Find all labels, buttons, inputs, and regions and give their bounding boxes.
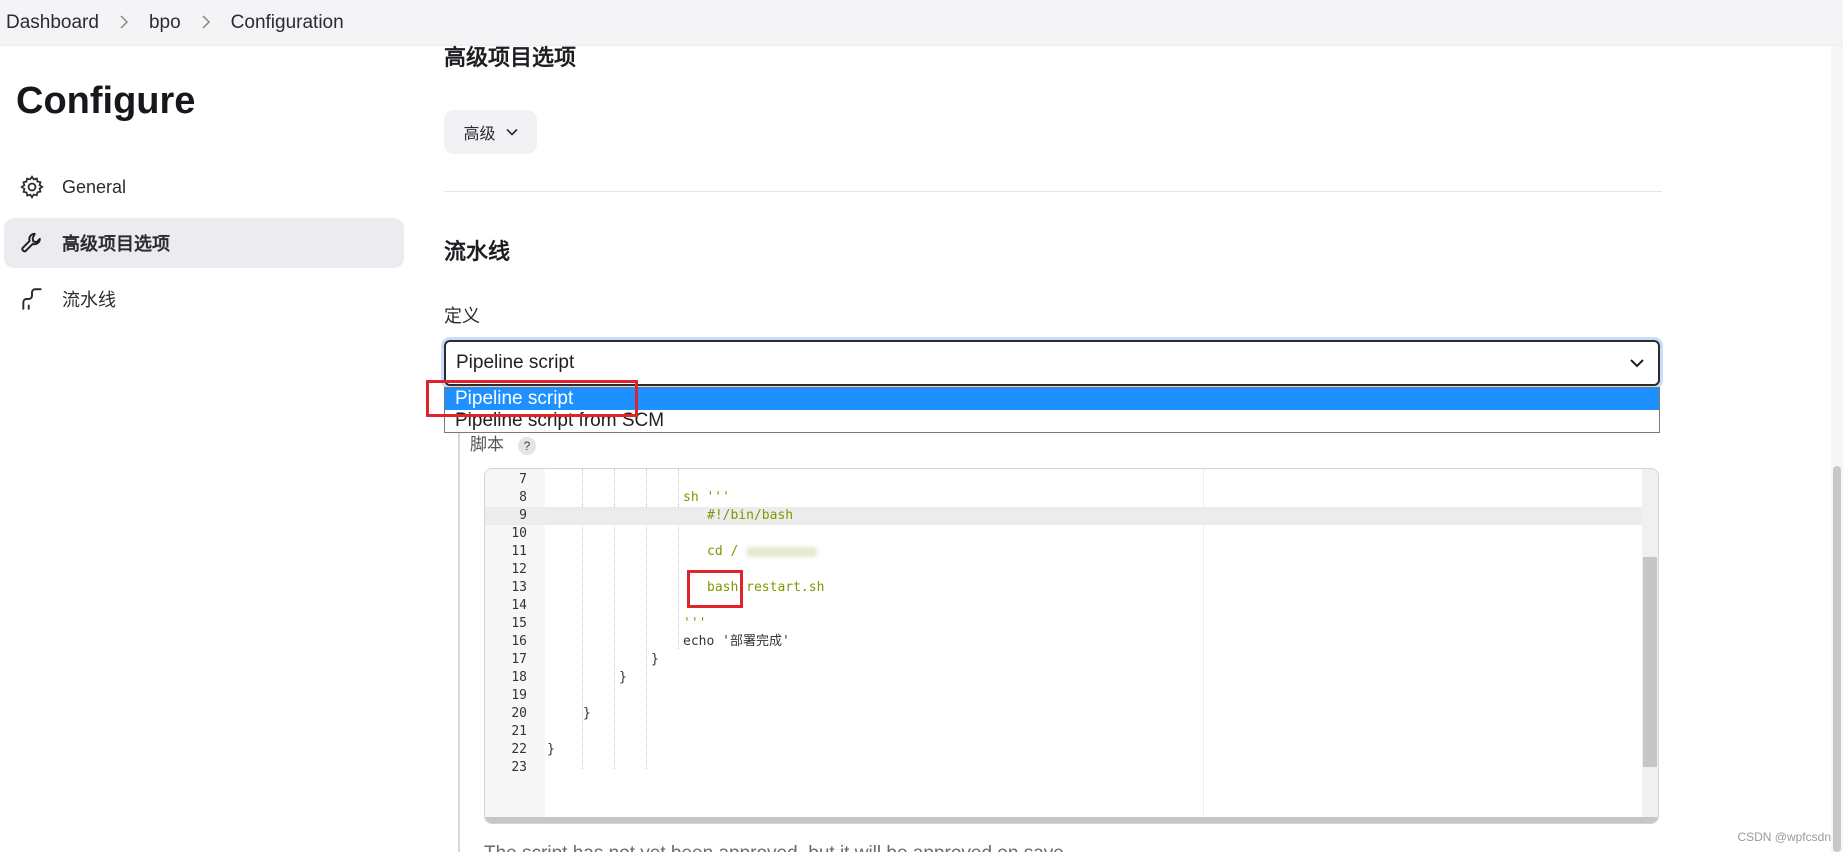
- code-line: 8 sh ''': [519, 490, 730, 505]
- chevron-right-icon: [199, 12, 213, 34]
- code-line-active: 9 #!/bin/bash: [485, 507, 1645, 525]
- sidebar-item-advanced[interactable]: 高级项目选项: [4, 218, 404, 268]
- script-editor[interactable]: 7 8 sh ''' 9 #!/bin/bash 10 11 cd / 12 13 ba…: [484, 468, 1659, 824]
- code-line: 10: [511, 526, 527, 541]
- code-line: 16 echo '部署完成': [511, 634, 790, 649]
- advanced-button[interactable]: 高级: [444, 110, 537, 154]
- section-heading-advanced: 高级项目选项: [444, 45, 577, 70]
- page-scrollbar-thumb[interactable]: [1833, 466, 1841, 852]
- advanced-button-label: 高级: [463, 126, 496, 143]
- highlight-box: [426, 380, 638, 417]
- code-line: 23: [511, 760, 527, 775]
- definition-label: 定义: [444, 306, 480, 326]
- chevron-right-icon: [117, 12, 131, 34]
- code-line: 19: [511, 688, 527, 703]
- code-line: 20}: [511, 706, 591, 721]
- approval-note: The script has not yet been approved, bu…: [484, 843, 1064, 852]
- editor-scrollbar[interactable]: [1642, 469, 1658, 823]
- code-line: 13 bash restart.sh: [511, 580, 825, 595]
- breadcrumb-bpo[interactable]: bpo: [145, 12, 185, 34]
- gear-icon: [18, 173, 46, 201]
- page-scrollbar[interactable]: [1831, 46, 1843, 852]
- code-line: 14: [511, 598, 527, 613]
- code-line: 11 cd /: [485, 543, 1645, 561]
- code-line: 15 ''': [511, 616, 707, 631]
- redacted-path: [747, 547, 817, 557]
- definition-select-value: Pipeline script: [456, 352, 575, 373]
- sidebar-item-pipeline[interactable]: 流水线: [4, 274, 404, 324]
- pipeline-icon: [18, 285, 46, 313]
- help-icon[interactable]: ?: [518, 437, 536, 455]
- breadcrumb-dashboard[interactable]: Dashboard: [2, 12, 103, 34]
- sidebar-nav: General 高级项目选项 流水线: [4, 162, 404, 330]
- page-title: Configure: [16, 80, 196, 122]
- sidebar-item-general[interactable]: General: [4, 162, 404, 212]
- highlight-box: [687, 570, 743, 608]
- code-line: 21: [511, 724, 527, 739]
- script-label: 脚本?: [470, 430, 536, 455]
- sidebar-item-label: 高级项目选项: [62, 234, 170, 254]
- code-line: 18}: [511, 670, 627, 685]
- section-heading-pipeline: 流水线: [444, 239, 511, 264]
- code-line: 17}: [511, 652, 659, 667]
- code-line: 22}: [511, 742, 555, 757]
- wrench-icon: [18, 229, 46, 257]
- watermark: CSDN @wpfcsdn: [1737, 830, 1831, 844]
- divider: [444, 191, 1662, 192]
- editor-hscrollbar[interactable]: [485, 817, 1658, 823]
- code-line: 12: [511, 562, 527, 577]
- chevron-down-icon: [1630, 359, 1644, 368]
- editor-scrollbar-thumb[interactable]: [1643, 557, 1657, 767]
- breadcrumb-configuration[interactable]: Configuration: [227, 12, 348, 34]
- sidebar-item-label: 流水线: [62, 290, 116, 310]
- breadcrumb: Dashboard bpo Configuration: [0, 0, 1843, 46]
- chevron-down-icon: [505, 128, 518, 136]
- code-line: 7: [519, 472, 527, 487]
- sidebar-item-label: General: [62, 176, 127, 197]
